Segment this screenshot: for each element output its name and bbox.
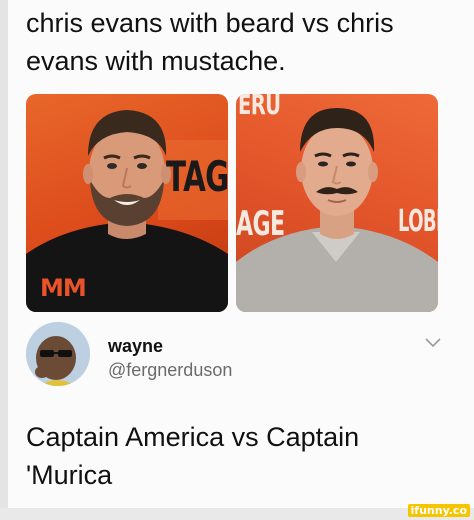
avatar-illustration <box>26 322 90 386</box>
tweet-header: wayne @fergnerduson <box>26 322 446 386</box>
backdrop-lettering-mid: AGE <box>236 204 285 244</box>
avatar[interactable] <box>26 322 90 386</box>
photo-beard[interactable]: TAG MM <box>26 94 228 312</box>
backdrop-lettering-right: LOBE <box>398 204 438 239</box>
left-edge <box>0 0 8 520</box>
shirt-graphic-text: MM <box>40 274 87 302</box>
tweet-body: Captain America vs Captain 'Murica <box>26 422 360 490</box>
user-handle[interactable]: @fergnerduson <box>108 360 232 381</box>
photo-mustache[interactable]: ERU AGE LOBE <box>236 94 438 312</box>
backdrop-lettering-left: TAG <box>166 152 228 201</box>
meme-caption: chris evans with beard vs chris evans wi… <box>26 8 394 76</box>
bottom-strip <box>0 508 474 520</box>
mustache-portrait-illustration <box>236 108 438 312</box>
chevron-down-icon[interactable] <box>424 336 442 350</box>
backdrop-lettering-top: ERU <box>238 94 281 121</box>
display-name[interactable]: wayne <box>108 336 163 357</box>
photo-comparison: TAG MM ERU AGE LOB <box>26 94 438 312</box>
watermark: ifunny.co <box>407 504 470 517</box>
